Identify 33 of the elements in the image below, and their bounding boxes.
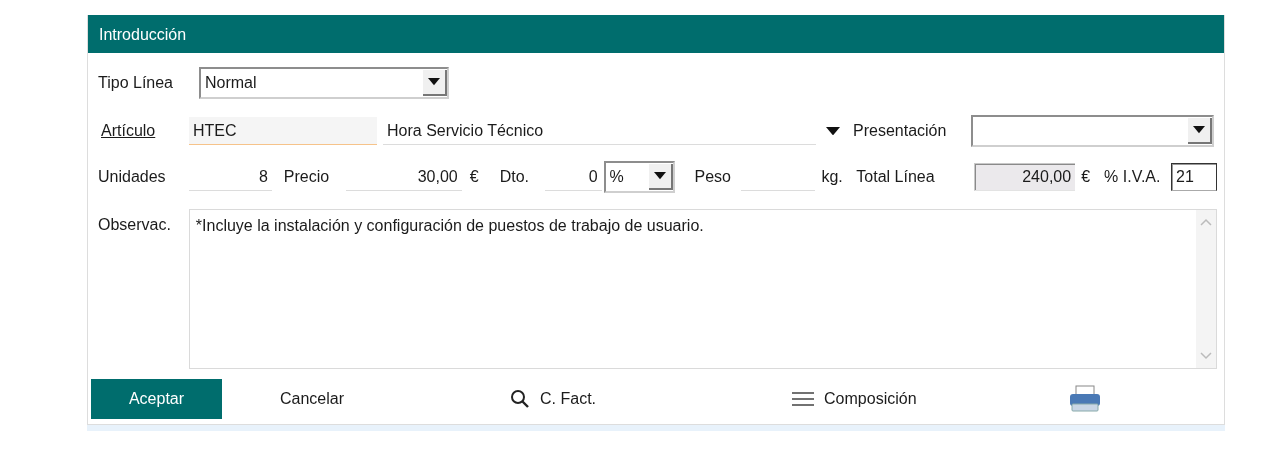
dropdown[interactable]: % xyxy=(603,161,675,193)
field-label: Tipo Línea xyxy=(98,73,174,93)
dropdown[interactable]: Normal xyxy=(199,67,449,99)
field-label: Observac. xyxy=(98,215,172,235)
field-label: Unidades xyxy=(98,167,167,187)
search-icon xyxy=(510,389,531,409)
field-label: € xyxy=(469,167,480,187)
dropdown[interactable] xyxy=(971,115,1214,147)
caret-icon xyxy=(428,78,440,86)
printer-icon xyxy=(1067,385,1102,413)
field-label: Dto. xyxy=(499,167,531,187)
field-label: kg. xyxy=(821,167,844,187)
field-label: Total Línea xyxy=(856,167,936,187)
accept-button[interactable]: Aceptar xyxy=(91,379,222,419)
menu-icon xyxy=(792,392,815,406)
field-label: € xyxy=(1081,167,1092,187)
composition-button[interactable]: Composición xyxy=(784,379,925,419)
article-link[interactable]: Artículo xyxy=(101,119,189,143)
invoice-search-button[interactable]: C. Fact. xyxy=(502,379,605,419)
field-label: Peso xyxy=(694,167,732,187)
cancel-button[interactable]: Cancelar xyxy=(272,379,353,419)
scrollbar[interactable] xyxy=(1196,210,1216,368)
chevron-up-icon[interactable] xyxy=(1200,218,1212,226)
field-label: Precio xyxy=(283,167,331,187)
field-label: Presentación xyxy=(853,121,948,141)
caret-icon xyxy=(653,172,666,180)
field-label: % I.V.A. xyxy=(1104,167,1162,187)
chevron-down-icon[interactable] xyxy=(1200,352,1212,360)
article-code-field[interactable]: HTEC xyxy=(189,117,377,145)
caret-icon xyxy=(1193,126,1205,134)
input-field[interactable]: 21 xyxy=(1171,163,1217,191)
dialog-title: Introducción xyxy=(88,15,1224,53)
caret-icon[interactable] xyxy=(826,126,840,136)
